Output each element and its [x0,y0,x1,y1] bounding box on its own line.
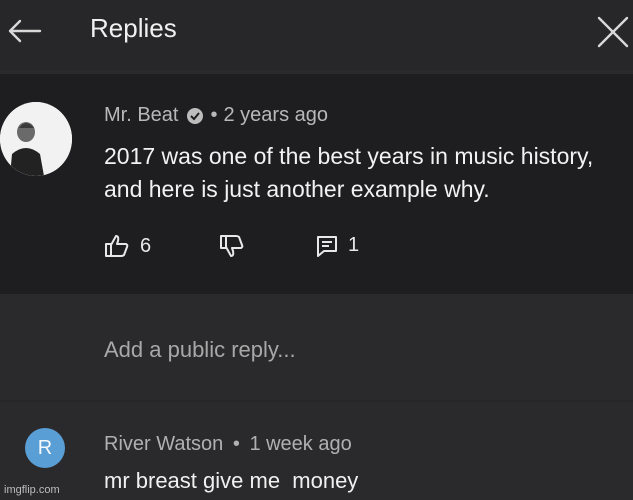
like-button[interactable]: 6 [104,234,151,258]
back-button[interactable] [6,16,42,46]
reply-time: 1 week ago [249,433,352,455]
user-photo [0,102,72,176]
avatar[interactable]: R [25,428,65,468]
comment-icon [317,235,337,257]
reply-count-button[interactable]: 1 [316,234,359,257]
comment-thread: Mr. Beat • 2 years ago 2017 was one of t… [0,74,633,294]
avatar[interactable] [0,102,72,176]
comment-time: 2 years ago [223,104,329,126]
like-count: 6 [140,234,152,257]
watermark: imgflip.com [4,484,60,496]
dislike-button[interactable] [219,234,245,258]
header: Replies [0,0,633,70]
comment-text: 2017 was one of the best years in music … [104,143,594,202]
close-icon [597,16,629,48]
meta-separator: • [210,104,218,126]
thumbs-down-icon [220,235,244,257]
reply-meta: River Watson • 1 week ago [104,433,352,456]
comment-author[interactable]: Mr. Beat [104,104,178,127]
page-title: Replies [90,13,177,43]
reply-count: 1 [348,234,360,256]
close-button[interactable] [594,14,630,50]
divider [0,400,633,402]
meta-separator: • [232,433,240,455]
reply-author[interactable]: River Watson [104,433,223,455]
add-reply-input[interactable]: Add a public reply... [104,337,296,363]
reply-text: mr breast give me money [104,468,359,493]
thumbs-up-icon [105,235,129,257]
verified-check-icon [186,107,204,125]
comment-meta: Mr. Beat • 2 years ago [104,104,328,127]
arrow-left-icon [8,19,42,43]
